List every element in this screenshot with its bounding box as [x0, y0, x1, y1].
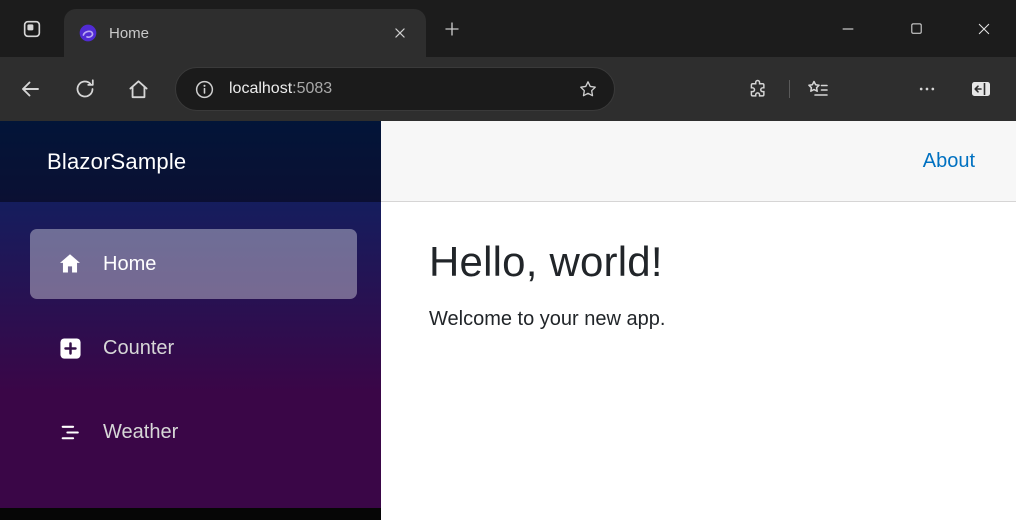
- app-brand[interactable]: BlazorSample: [47, 149, 186, 175]
- plus-square-icon: [57, 335, 83, 361]
- back-arrow-icon: [18, 77, 42, 101]
- settings-more-button[interactable]: [909, 71, 945, 107]
- article: Hello, world! Welcome to your new app.: [381, 202, 1016, 331]
- split-screen-icon: [969, 77, 993, 101]
- sidebar-nav: Home Counter Weather: [0, 202, 381, 467]
- page-title: Hello, world!: [429, 238, 663, 285]
- tab-actions-icon: [21, 18, 43, 40]
- home-button[interactable]: [120, 71, 156, 107]
- url-port: :5083: [292, 80, 333, 97]
- url-host: localhost: [229, 80, 293, 97]
- url-text[interactable]: localhost:5083: [229, 80, 572, 98]
- toolbar-divider: [789, 80, 790, 98]
- browser-window: Home localhost:5083 BlazorSample Home Co…: [0, 0, 1016, 520]
- extensions-button[interactable]: [740, 71, 776, 107]
- tab-title: Home: [109, 24, 150, 42]
- close-button[interactable]: [960, 9, 1008, 49]
- top-row: About: [381, 121, 1016, 202]
- tab-bar: Home: [0, 0, 1016, 57]
- back-button[interactable]: [12, 71, 48, 107]
- ellipsis-icon: [917, 79, 937, 99]
- favorites-button[interactable]: [800, 71, 836, 107]
- tab-actions-button[interactable]: [14, 11, 50, 47]
- window-controls: [824, 0, 1008, 57]
- puzzle-icon: [747, 78, 769, 100]
- info-icon: [194, 79, 215, 100]
- star-icon: [578, 79, 598, 99]
- sidebar-item-weather[interactable]: Weather: [30, 397, 357, 467]
- sidebar: BlazorSample Home Counter Weather: [0, 121, 381, 508]
- close-icon: [393, 26, 407, 40]
- browser-toolbar: localhost:5083: [0, 57, 1016, 121]
- refresh-button[interactable]: [67, 71, 103, 107]
- sidebar-item-label: Counter: [103, 336, 175, 359]
- tab-close-button[interactable]: [386, 19, 414, 47]
- star-list-icon: [806, 77, 830, 101]
- sidebar-item-home[interactable]: Home: [30, 229, 357, 299]
- sidebar-toggle-button[interactable]: [963, 71, 999, 107]
- brand-row: BlazorSample: [0, 121, 381, 202]
- favorite-button[interactable]: [572, 73, 604, 105]
- address-bar[interactable]: localhost:5083: [175, 67, 615, 111]
- page-viewport: BlazorSample Home Counter Weather About …: [0, 121, 1016, 520]
- main-content: About Hello, world! Welcome to your new …: [381, 121, 1016, 520]
- new-tab-button[interactable]: [436, 13, 468, 45]
- minimize-button[interactable]: [824, 9, 872, 49]
- list-icon: [57, 419, 83, 445]
- sidebar-item-label: Weather: [103, 420, 179, 443]
- home-icon: [127, 78, 150, 101]
- plus-icon: [443, 20, 461, 38]
- sidebar-item-counter[interactable]: Counter: [30, 313, 357, 383]
- sidebar-item-label: Home: [103, 252, 157, 275]
- minimize-icon: [840, 21, 856, 37]
- maximize-button[interactable]: [892, 9, 940, 49]
- house-icon: [57, 251, 83, 277]
- about-link[interactable]: About: [923, 150, 975, 173]
- maximize-icon: [909, 21, 924, 36]
- welcome-text: Welcome to your new app.: [429, 308, 666, 330]
- browser-tab-home[interactable]: Home: [64, 9, 426, 57]
- blazor-logo-icon: [78, 23, 98, 43]
- close-icon: [976, 21, 992, 37]
- refresh-icon: [74, 78, 96, 100]
- site-info-button[interactable]: [188, 73, 220, 105]
